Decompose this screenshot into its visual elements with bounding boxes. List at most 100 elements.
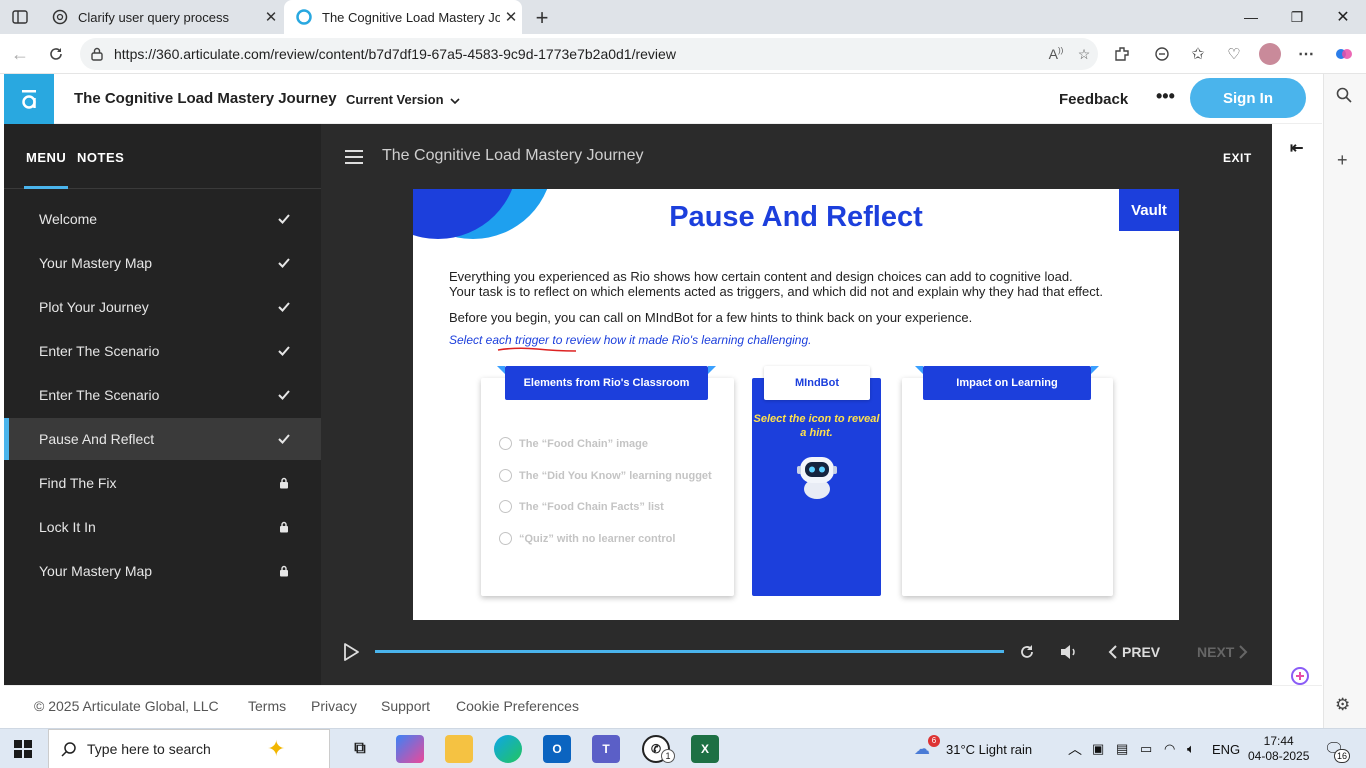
omnibox[interactable]: https://360.articulate.com/review/conten… bbox=[80, 38, 1098, 70]
browser-tab-1[interactable]: Clarify user query process ✕ bbox=[40, 0, 282, 34]
show-hidden-icons[interactable]: ︿ bbox=[1068, 729, 1082, 768]
play-icon[interactable] bbox=[343, 643, 359, 661]
settings-gear-icon[interactable]: ⚙ bbox=[1335, 695, 1350, 715]
menu-item[interactable]: Plot Your Journey bbox=[4, 286, 321, 328]
sign-in-button[interactable]: Sign In bbox=[1190, 78, 1306, 118]
clock-date: 04-08-2025 bbox=[1248, 749, 1310, 763]
back-icon[interactable]: ← bbox=[8, 42, 32, 66]
language-indicator[interactable]: ENG bbox=[1212, 729, 1240, 768]
intro-paragraph-3: Before you begin, you can call on MIndBo… bbox=[449, 310, 973, 325]
edge-sidebar: + ⚙ bbox=[1323, 74, 1366, 728]
volume-icon[interactable] bbox=[1059, 642, 1079, 662]
whatsapp-badge: 1 bbox=[661, 749, 675, 763]
menu-item[interactable]: Pause And Reflect bbox=[4, 418, 321, 460]
favorites-icon[interactable]: ✩ bbox=[1186, 42, 1210, 66]
task-view-icon[interactable]: ⧉ bbox=[346, 735, 374, 763]
search-icon[interactable] bbox=[1335, 86, 1353, 109]
copilot-icon[interactable] bbox=[1332, 42, 1356, 66]
teams-icon[interactable]: T bbox=[592, 735, 620, 763]
menu-item[interactable]: Your Mastery Map bbox=[4, 550, 321, 592]
menu-item[interactable]: Enter The Scenario bbox=[4, 374, 321, 416]
chatgpt-icon bbox=[52, 9, 68, 25]
browser-tabstrip: Clarify user query process ✕ The Cogniti… bbox=[0, 0, 1366, 34]
chevron-left-icon bbox=[1108, 645, 1117, 659]
menu-item[interactable]: Lock It In bbox=[4, 506, 321, 548]
add-icon[interactable]: + bbox=[1337, 150, 1348, 171]
close-tab-icon[interactable]: ✕ bbox=[260, 8, 282, 26]
lock-icon bbox=[276, 563, 292, 579]
elements-card-header: Elements from Rio's Classroom bbox=[497, 366, 716, 400]
restore-icon[interactable]: ❐ bbox=[1274, 0, 1320, 34]
file-explorer-icon[interactable] bbox=[445, 735, 473, 763]
checkmark-icon bbox=[276, 299, 292, 315]
new-tab-button[interactable]: + bbox=[530, 5, 554, 31]
replay-icon[interactable] bbox=[1017, 642, 1037, 662]
stage-title: The Cognitive Load Mastery Journey bbox=[382, 147, 644, 164]
vault-button[interactable]: Vault bbox=[1119, 189, 1179, 231]
url-text[interactable]: https://360.articulate.com/review/conten… bbox=[114, 46, 1042, 62]
tab-menu[interactable]: MENU bbox=[26, 150, 66, 165]
collapse-panel-icon[interactable]: ⇤ bbox=[1290, 138, 1303, 158]
favorite-star-icon[interactable]: ☆ bbox=[1070, 46, 1098, 63]
menu-item[interactable]: Welcome bbox=[4, 198, 321, 240]
clock[interactable]: 17:44 04-08-2025 bbox=[1248, 729, 1309, 768]
speaker-icon[interactable]: 🔈︎ bbox=[1187, 729, 1195, 768]
copilot-taskbar-icon[interactable] bbox=[396, 735, 424, 763]
footer-link-cookies[interactable]: Cookie Preferences bbox=[456, 698, 579, 714]
footer-link-support[interactable]: Support bbox=[381, 698, 430, 714]
impact-card bbox=[902, 378, 1113, 596]
prev-button[interactable]: PREV bbox=[1108, 644, 1160, 660]
mindbot-hint: Select the icon to reveal a hint. bbox=[753, 413, 880, 439]
course-menu: MENU NOTES Welcome Your Mastery Map Plot Y… bbox=[4, 124, 321, 685]
close-window-icon[interactable]: ✕ bbox=[1320, 0, 1366, 34]
excel-icon[interactable]: X bbox=[691, 735, 719, 763]
profile-avatar[interactable] bbox=[1258, 42, 1282, 66]
checkmark-icon bbox=[276, 211, 292, 227]
tab-actions-icon[interactable] bbox=[8, 6, 32, 28]
tray-meet-icon[interactable]: ▣ bbox=[1092, 729, 1104, 768]
feedback-button[interactable]: Feedback bbox=[1059, 91, 1128, 108]
more-options-button[interactable]: ••• bbox=[1156, 86, 1175, 107]
tray-display-icon[interactable]: ▤ bbox=[1116, 729, 1128, 768]
tab-notes[interactable]: NOTES bbox=[77, 150, 124, 165]
refresh-icon[interactable] bbox=[44, 42, 68, 66]
menu-item[interactable]: Enter The Scenario bbox=[4, 330, 321, 372]
seek-bar[interactable] bbox=[375, 650, 1004, 653]
instruction-text: Select each trigger to review how it mad… bbox=[449, 333, 812, 347]
windows-start-icon[interactable] bbox=[14, 740, 32, 763]
option-did-you-know[interactable]: The “Did You Know” learning nugget bbox=[499, 469, 712, 482]
menu-item[interactable]: Your Mastery Map bbox=[4, 242, 321, 284]
taskbar-search[interactable]: Type here to search ✦ bbox=[48, 729, 330, 768]
read-aloud-icon[interactable]: A)) bbox=[1042, 46, 1070, 62]
lock-icon[interactable] bbox=[90, 47, 106, 61]
version-dropdown[interactable]: Current Version bbox=[346, 92, 460, 107]
impact-card-header: Impact on Learning bbox=[915, 366, 1099, 400]
edge-icon[interactable] bbox=[494, 735, 522, 763]
footer-link-privacy[interactable]: Privacy bbox=[311, 698, 357, 714]
minimize-icon[interactable]: — bbox=[1228, 0, 1274, 34]
option-quiz[interactable]: “Quiz” with no learner control bbox=[499, 532, 675, 545]
outlook-icon[interactable]: O bbox=[543, 735, 571, 763]
menu-item-label: Your Mastery Map bbox=[39, 255, 153, 271]
option-food-chain-image[interactable]: The “Food Chain” image bbox=[499, 437, 648, 450]
option-food-chain-facts[interactable]: The “Food Chain Facts” list bbox=[499, 500, 664, 513]
extension-tool-icon[interactable] bbox=[1150, 42, 1174, 66]
footer-link-terms[interactable]: Terms bbox=[248, 698, 286, 714]
hamburger-menu-icon[interactable] bbox=[345, 150, 363, 168]
wifi-icon[interactable]: ◠ bbox=[1164, 729, 1175, 768]
next-button[interactable]: NEXT bbox=[1197, 644, 1248, 660]
browser-essentials-icon[interactable]: ♡ bbox=[1222, 42, 1246, 66]
settings-more-icon[interactable]: ⋯ bbox=[1294, 42, 1318, 66]
browser-tab-2[interactable]: The Cognitive Load Mastery Journ ✕ bbox=[284, 0, 522, 34]
weather-widget[interactable]: ☁ 6 31°C Light rain bbox=[914, 729, 1032, 768]
extensions-icon[interactable] bbox=[1110, 42, 1134, 66]
menu-item-label: Find The Fix bbox=[39, 475, 117, 491]
articulate-logo-icon[interactable] bbox=[4, 74, 54, 124]
robot-icon[interactable] bbox=[796, 453, 838, 501]
close-tab-icon[interactable]: ✕ bbox=[500, 8, 522, 26]
menu-item[interactable]: Find The Fix bbox=[4, 462, 321, 504]
radio-icon bbox=[499, 437, 512, 450]
exit-button[interactable]: EXIT bbox=[1223, 151, 1252, 165]
collapse-panel-area: ⇤ bbox=[1272, 124, 1323, 685]
battery-icon[interactable]: ▭ bbox=[1140, 729, 1152, 768]
